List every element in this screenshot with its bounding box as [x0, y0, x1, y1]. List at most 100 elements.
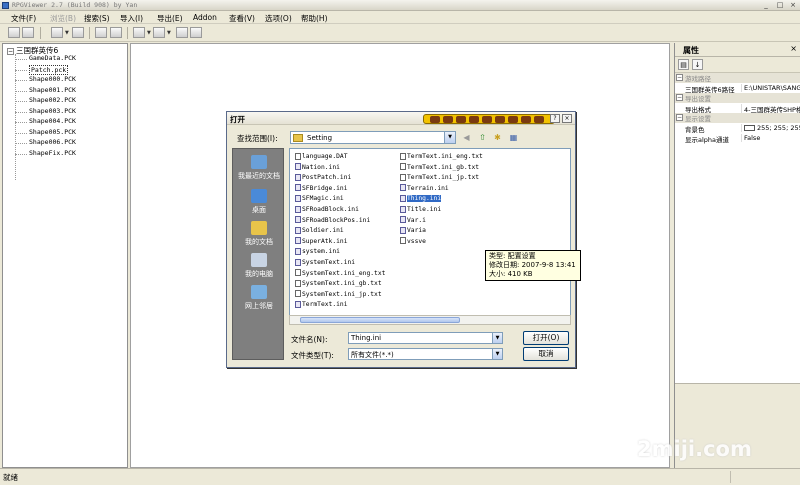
- maximize-button[interactable]: □: [774, 1, 786, 10]
- file-item[interactable]: SFRoadBlockPos.ini: [295, 216, 370, 225]
- menu-browse[interactable]: 浏览(B): [50, 13, 76, 24]
- ime-icon[interactable]: [482, 116, 492, 123]
- back-icon[interactable]: ◀: [461, 132, 472, 143]
- ime-icon[interactable]: [469, 116, 479, 123]
- file-item[interactable]: SystemText.ini_gb.txt: [295, 279, 382, 288]
- file-item[interactable]: Soldier.ini: [295, 226, 344, 235]
- categorized-icon[interactable]: ▤: [678, 59, 689, 70]
- menu-help[interactable]: 帮助(H): [301, 13, 328, 24]
- ime-icon[interactable]: [430, 116, 440, 123]
- open-icon[interactable]: [8, 27, 20, 38]
- property-value-cell[interactable]: 255; 255; 255: [741, 124, 800, 132]
- property-row[interactable]: 三国群英传6路径E:\UNISTAR\SANGO6: [675, 83, 800, 94]
- dropdown-arrow-icon[interactable]: ▼: [147, 30, 151, 36]
- property-value-cell[interactable]: False: [741, 134, 800, 142]
- new-folder-icon[interactable]: ✱: [492, 132, 503, 143]
- view-menu-icon[interactable]: ▦: [508, 132, 519, 143]
- property-value-cell[interactable]: E:\UNISTAR\SANGO6: [741, 84, 800, 92]
- file-item[interactable]: Nation.ini: [295, 163, 340, 172]
- file-item[interactable]: SystemText.ini: [295, 258, 355, 267]
- file-item[interactable]: language.DAT: [295, 152, 348, 161]
- file-item[interactable]: TermText.ini_eng.txt: [400, 152, 483, 161]
- look-in-select[interactable]: Setting ▼: [290, 131, 456, 144]
- file-item[interactable]: Terrain.ini: [400, 184, 449, 193]
- menu-search[interactable]: 搜索(S): [84, 13, 110, 24]
- file-item[interactable]: SystemText.ini_eng.txt: [295, 269, 385, 278]
- ime-icon[interactable]: [534, 116, 544, 123]
- property-row[interactable]: 背景色 255; 255; 255: [675, 123, 800, 134]
- place-desktop[interactable]: 桌面: [233, 189, 285, 215]
- file-item[interactable]: vssve: [400, 237, 426, 246]
- menu-view[interactable]: 查看(V): [229, 13, 255, 24]
- tree-item[interactable]: Shape000.PCK: [29, 75, 76, 83]
- ime-icon[interactable]: [495, 116, 505, 123]
- property-category[interactable]: − 游戏路径: [675, 73, 800, 83]
- sort-alpha-icon[interactable]: ↓: [692, 59, 703, 70]
- file-item[interactable]: SFMagic.ini: [295, 194, 344, 203]
- file-item[interactable]: TermText.ini_jp.txt: [400, 173, 479, 182]
- dialog-close-button[interactable]: ×: [562, 114, 572, 123]
- scroll-thumb[interactable]: [300, 317, 460, 323]
- file-name-input[interactable]: Thing.ini ▼: [348, 332, 503, 344]
- collapse-icon[interactable]: −: [7, 48, 14, 55]
- next-file-icon[interactable]: [72, 27, 84, 38]
- property-category[interactable]: − 导出设置: [675, 93, 800, 103]
- settings-icon[interactable]: [190, 27, 202, 38]
- tree-item[interactable]: ShapeFix.PCK: [29, 149, 76, 157]
- menu-import[interactable]: 导入(I): [120, 13, 143, 24]
- resize-grip[interactable]: [730, 471, 800, 483]
- properties-close-icon[interactable]: ×: [790, 44, 797, 53]
- cancel-button[interactable]: 取消: [523, 347, 569, 361]
- tree-item[interactable]: Shape004.PCK: [29, 117, 76, 125]
- up-folder-icon[interactable]: ⇧: [477, 132, 488, 143]
- prev-file-icon[interactable]: [51, 27, 63, 38]
- tree-item[interactable]: GameData.PCK: [29, 54, 76, 62]
- place-network[interactable]: 网上邻居: [233, 285, 285, 311]
- file-item[interactable]: system.ini: [295, 247, 340, 256]
- ime-icon[interactable]: [443, 116, 453, 123]
- close-window-button[interactable]: ×: [787, 1, 799, 10]
- file-type-select[interactable]: 所有文件(*.*) ▼: [348, 348, 503, 360]
- export-icon[interactable]: [133, 27, 145, 38]
- file-item[interactable]: TermText.ini_gb.txt: [400, 163, 479, 172]
- file-item[interactable]: SuperAtk.ini: [295, 237, 348, 246]
- file-item[interactable]: SystemText.ini_jp.txt: [295, 290, 382, 299]
- file-item[interactable]: SFRoadBlock.ini: [295, 205, 359, 214]
- minimize-button[interactable]: _: [760, 1, 772, 10]
- ime-icon[interactable]: [456, 116, 466, 123]
- chevron-down-icon[interactable]: ▼: [492, 333, 502, 343]
- menu-export[interactable]: 导出(E): [157, 13, 183, 24]
- tree-item[interactable]: Shape001.PCK: [29, 86, 76, 94]
- file-tree[interactable]: − 三国群英传6 GameData.PCK Patch.pck Shape000.PC…: [2, 43, 128, 468]
- copy-icon[interactable]: [95, 27, 107, 38]
- ime-icon[interactable]: [508, 116, 518, 123]
- horizontal-scrollbar[interactable]: [289, 315, 571, 325]
- file-item[interactable]: SFBridge.ini: [295, 184, 348, 193]
- dropdown-arrow-icon[interactable]: ▼: [65, 30, 69, 36]
- property-category[interactable]: − 显示设置: [675, 113, 800, 123]
- place-documents[interactable]: 我的文档: [233, 221, 285, 247]
- image-icon[interactable]: [176, 27, 188, 38]
- tree-item[interactable]: Shape003.PCK: [29, 107, 76, 115]
- dropdown-arrow-icon[interactable]: ▼: [167, 30, 171, 36]
- tree-item[interactable]: Shape006.PCK: [29, 138, 76, 146]
- menu-addon[interactable]: Addon: [193, 13, 217, 22]
- property-row[interactable]: 显示alpha通道 False: [675, 133, 800, 144]
- file-item[interactable]: PostPatch.ini: [295, 173, 351, 182]
- copy-all-icon[interactable]: [110, 27, 122, 38]
- tree-item[interactable]: Patch.pck: [29, 64, 69, 75]
- collapse-icon[interactable]: −: [676, 114, 683, 121]
- ime-toolbar[interactable]: [423, 114, 555, 124]
- chevron-down-icon[interactable]: ▼: [444, 132, 455, 143]
- collapse-icon[interactable]: −: [676, 94, 683, 101]
- import-icon[interactable]: [153, 27, 165, 38]
- tree-item[interactable]: Shape002.PCK: [29, 96, 76, 104]
- ime-icon[interactable]: [521, 116, 531, 123]
- place-computer[interactable]: 我的电脑: [233, 253, 285, 279]
- menu-options[interactable]: 选项(O): [265, 13, 292, 24]
- file-list[interactable]: vssve Varia Var.i Title.ini Thing.ini Terrain…: [289, 148, 581, 325]
- collapse-icon[interactable]: −: [676, 74, 683, 81]
- file-item[interactable]: Var.i: [400, 216, 426, 225]
- file-item[interactable]: Varia: [400, 226, 426, 235]
- place-recent[interactable]: 我最近的文档: [233, 155, 285, 181]
